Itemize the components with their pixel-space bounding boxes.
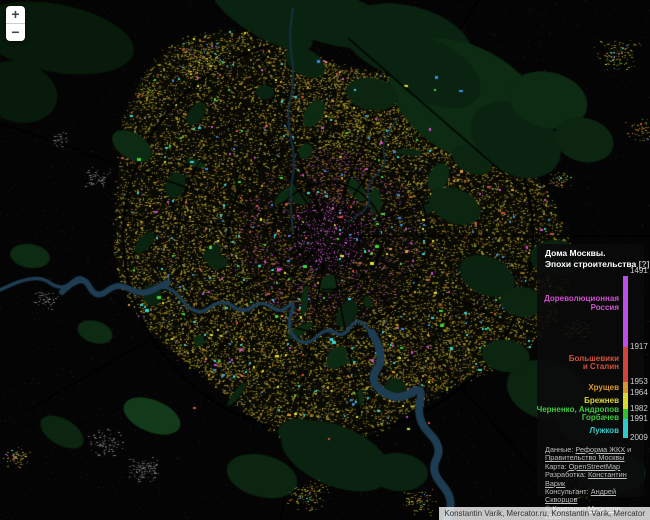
year-label: 2009 xyxy=(630,434,648,442)
era-bar-segment xyxy=(623,382,628,393)
era-label: ДореволюционнаяРоссия xyxy=(544,295,619,312)
zoom-in-button[interactable]: + xyxy=(6,6,25,24)
era-color-bar xyxy=(623,276,628,438)
era-label: Лужков xyxy=(589,427,619,436)
map-attribution-bar: Konstantin Varik, Mercator.ru, Konstanti… xyxy=(439,507,650,520)
era-label: Черненко, АндроповГорбачев xyxy=(537,406,619,423)
era-bar-segment xyxy=(623,419,628,438)
era-label: Хрущев xyxy=(588,384,619,393)
credit-line: Консультант: Андрей Скворцов xyxy=(545,488,639,505)
era-bar-segment xyxy=(623,276,628,347)
era-label: Большевикии Сталин xyxy=(569,355,619,372)
legend-title-line1: Дома Москвы. xyxy=(545,248,606,258)
legend-title-line2: Эпохи строительства xyxy=(545,259,636,269)
era-bar-segment xyxy=(623,409,628,419)
year-label: 1953 xyxy=(630,378,648,386)
era-bar-segment xyxy=(623,393,628,409)
zoom-control: + − xyxy=(6,6,25,41)
year-label: 1964 xyxy=(630,389,648,397)
credit-text: и xyxy=(625,445,631,454)
credit-line: Разработка: Константин Варик xyxy=(545,471,639,488)
zoom-out-button[interactable]: − xyxy=(6,24,25,41)
year-label: 1917 xyxy=(630,343,648,351)
year-label: 1982 xyxy=(630,405,648,413)
legend-panel: Дома Москвы. Эпохи строительства [?] [Ξ]… xyxy=(537,244,644,497)
year-label: 1991 xyxy=(630,415,648,423)
map-attribution-text: Konstantin Varik, Mercator.ru, Konstanti… xyxy=(444,509,645,518)
map-app: + − Дома Москвы. Эпохи строительства [?]… xyxy=(0,0,650,520)
era-bar-segment xyxy=(623,347,628,382)
year-label: 1491 xyxy=(630,267,648,275)
